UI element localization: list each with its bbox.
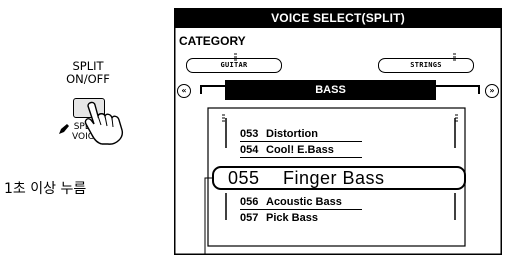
row-underline	[240, 209, 362, 210]
voice-list-item[interactable]: 053 Distortion	[240, 128, 440, 141]
pencil-icon	[59, 124, 69, 134]
split-button-label: SPLIT ON/OFF	[58, 60, 118, 86]
lcd-header-title: VOICE SELECT(SPLIT)	[174, 8, 502, 28]
voice-number: 057	[240, 212, 259, 224]
voice-name: Acoustic Bass	[266, 196, 342, 208]
voice-list-item[interactable]: 057 Pick Bass	[240, 212, 440, 225]
hold-instruction: 1초 이상 누름	[4, 181, 87, 197]
next-category-icon[interactable]: »	[485, 84, 499, 98]
selected-voice-number: 055	[228, 168, 260, 188]
current-category: BASS	[225, 80, 436, 100]
voice-list-item[interactable]: 054 Cool! E.Bass	[240, 144, 440, 157]
row-underline	[240, 157, 362, 158]
pressing-hand-icon	[84, 101, 123, 145]
voice-number: 056	[240, 196, 259, 208]
split-label-line2: ON/OFF	[66, 72, 110, 86]
row-underline	[240, 141, 362, 142]
category-label: CATEGORY	[179, 34, 246, 48]
prev-category-icon[interactable]: «	[177, 84, 191, 98]
category-prev-tab[interactable]: GUITAR	[186, 58, 282, 73]
selected-voice-name: Finger Bass	[283, 168, 385, 188]
voice-name: Pick Bass	[266, 212, 318, 224]
voice-name: Distortion	[266, 128, 318, 140]
voice-number: 053	[240, 128, 259, 140]
voice-name: Cool! E.Bass	[266, 144, 334, 156]
voice-list-item[interactable]: 056 Acoustic Bass	[240, 196, 440, 209]
category-next-tab[interactable]: STRINGS	[378, 58, 474, 73]
voice-number: 054	[240, 144, 259, 156]
